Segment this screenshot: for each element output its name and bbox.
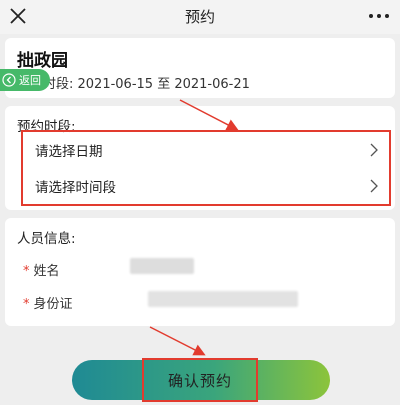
nav-bar: 预约 — [0, 0, 400, 34]
name-field-label: * 姓名 — [23, 264, 60, 279]
name-field[interactable] — [130, 258, 194, 274]
back-button[interactable]: 返回 — [0, 69, 50, 91]
chevron-right-icon — [370, 179, 378, 193]
venue-period: 时段: 2021-06-15 至 2021-06-21 — [43, 77, 250, 92]
time-picker-label: 请选择时间段 — [35, 180, 116, 196]
person-section-title: 人员信息: — [17, 231, 76, 247]
venue-card: 拙政园 时段: 2021-06-15 至 2021-06-21 — [5, 38, 395, 98]
more-icon[interactable] — [368, 12, 390, 20]
required-mark: * — [23, 297, 30, 312]
confirm-button[interactable]: 确认预约 — [142, 358, 258, 402]
date-picker-label: 请选择日期 — [35, 144, 103, 160]
venue-name: 拙政园 — [17, 51, 68, 71]
arrow-to-confirm — [149, 326, 206, 356]
date-picker[interactable]: 请选择日期 — [35, 132, 379, 168]
id-field[interactable] — [148, 291, 298, 307]
required-mark: * — [23, 264, 30, 279]
page-title: 预约 — [184, 8, 215, 26]
booking-picker-highlight: 请选择日期 请选择时间段 — [21, 130, 391, 206]
back-arrow-icon — [2, 73, 16, 87]
chevron-right-icon — [370, 143, 378, 157]
id-field-label: * 身份证 — [23, 297, 73, 312]
back-label: 返回 — [19, 74, 41, 87]
time-picker[interactable]: 请选择时间段 — [35, 168, 379, 204]
